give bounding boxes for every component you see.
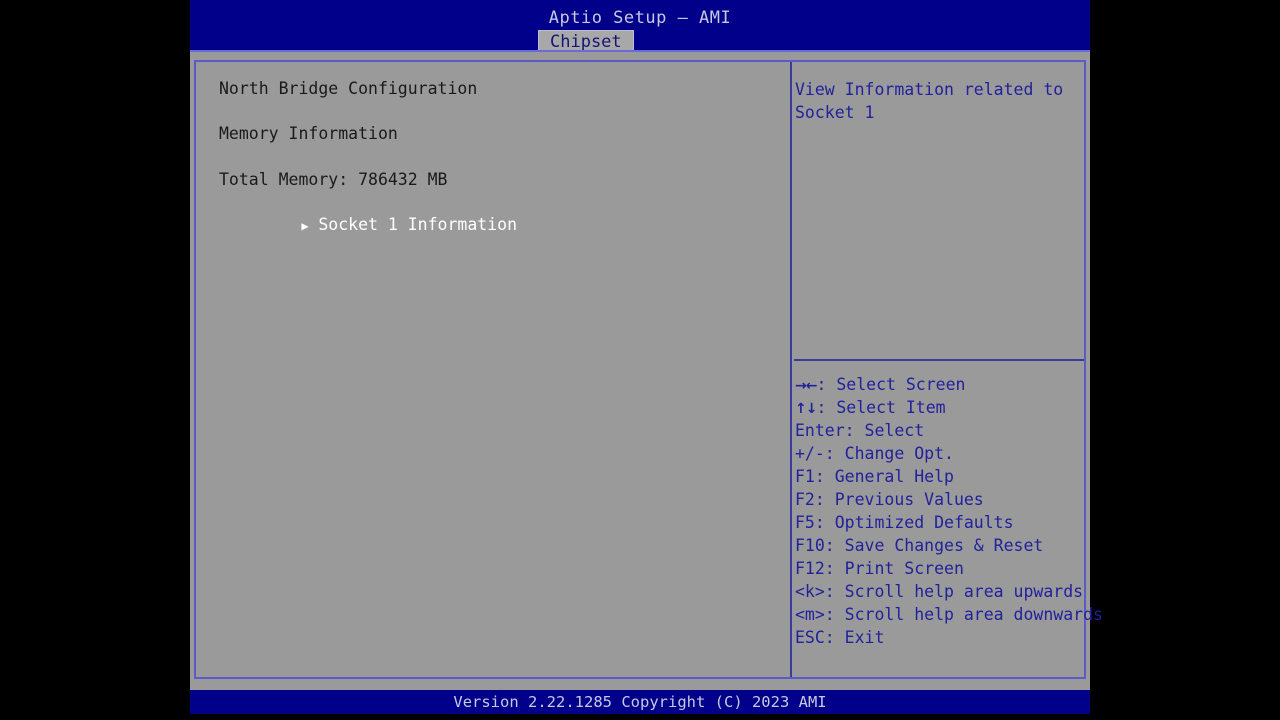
key-legend-label: Enter: Select bbox=[795, 421, 925, 440]
key-legend-label: ESC: Exit bbox=[795, 628, 885, 647]
main-panel: North Bridge Configuration Memory Inform… bbox=[194, 60, 1103, 679]
section-title: North Bridge Configuration bbox=[219, 79, 478, 98]
key-legend-label: F2: Previous Values bbox=[795, 490, 984, 509]
key-legend-item: F5: Optimized Defaults bbox=[795, 511, 1083, 534]
submenu-arrow-icon: ▶ bbox=[301, 219, 309, 233]
tab-chipset[interactable]: Chipset bbox=[538, 30, 634, 52]
key-legend-item: Enter: Select bbox=[795, 419, 1083, 442]
arrow-keys-icon: ↑↓ bbox=[795, 401, 817, 417]
key-legend-item: F2: Previous Values bbox=[795, 488, 1083, 511]
key-legend-label: F5: Optimized Defaults bbox=[795, 513, 1014, 532]
footer-bottom-edge bbox=[190, 714, 1090, 720]
total-memory-value: Total Memory: 786432 MB bbox=[219, 170, 448, 189]
key-legend-item: F10: Save Changes & Reset bbox=[795, 534, 1083, 557]
help-description: View Information related to Socket 1 bbox=[795, 80, 1074, 122]
key-legend-label: <k>: Scroll help area upwards bbox=[795, 582, 1084, 601]
key-legend-label: F12: Print Screen bbox=[795, 559, 964, 578]
key-legend-item: +/-: Change Opt. bbox=[795, 442, 1083, 465]
arrow-keys-icon: →← bbox=[795, 378, 817, 394]
menu-item-label: Socket 1 Information bbox=[318, 215, 518, 234]
key-legend-item: ESC: Exit bbox=[795, 626, 1083, 649]
key-legend-label: F1: General Help bbox=[795, 467, 954, 486]
menu-item-socket-1-information[interactable]: ▶ Socket 1 Information bbox=[202, 192, 517, 234]
key-legend-label: : Select Item bbox=[816, 398, 946, 417]
top-gap bbox=[190, 52, 1090, 60]
key-legend-item: →←: Select Screen bbox=[795, 373, 1083, 396]
page-title: Aptio Setup – AMI bbox=[548, 8, 732, 28]
key-legend-item: <k>: Scroll help area upwards bbox=[795, 580, 1083, 603]
footer-bar: Version 2.22.1285 Copyright (C) 2023 AMI bbox=[190, 690, 1090, 714]
footer-gap bbox=[190, 679, 1090, 690]
key-legend-label: <m>: Scroll help area downwards bbox=[795, 605, 1103, 624]
group-title-memory-information: Memory Information bbox=[219, 124, 398, 143]
settings-pane: North Bridge Configuration Memory Inform… bbox=[196, 62, 790, 677]
screen: Aptio Setup – AMI Chipset North Bridge C… bbox=[0, 0, 1280, 720]
key-legend-item: F12: Print Screen bbox=[795, 557, 1083, 580]
tab-strip: Chipset bbox=[190, 30, 1090, 52]
title-bar: Aptio Setup – AMI Chipset bbox=[190, 0, 1090, 52]
key-legend-label: : Select Screen bbox=[816, 375, 966, 394]
bios-setup-window: Aptio Setup – AMI Chipset North Bridge C… bbox=[190, 0, 1103, 720]
key-legend-label: F10: Save Changes & Reset bbox=[795, 536, 1044, 555]
key-legend-label: +/-: Change Opt. bbox=[795, 444, 954, 463]
key-legend-item: F1: General Help bbox=[795, 465, 1083, 488]
help-divider bbox=[794, 359, 1084, 361]
key-legend-item: ↑↓: Select Item bbox=[795, 396, 1083, 419]
help-pane: View Information related to Socket 1 →←:… bbox=[792, 62, 1103, 677]
key-legend: →←: Select Screen ↑↓: Select Item Enter: S… bbox=[795, 373, 1103, 649]
version-text: Version 2.22.1285 Copyright (C) 2023 AMI bbox=[453, 693, 827, 711]
key-legend-item: <m>: Scroll help area downwards bbox=[795, 603, 1103, 626]
